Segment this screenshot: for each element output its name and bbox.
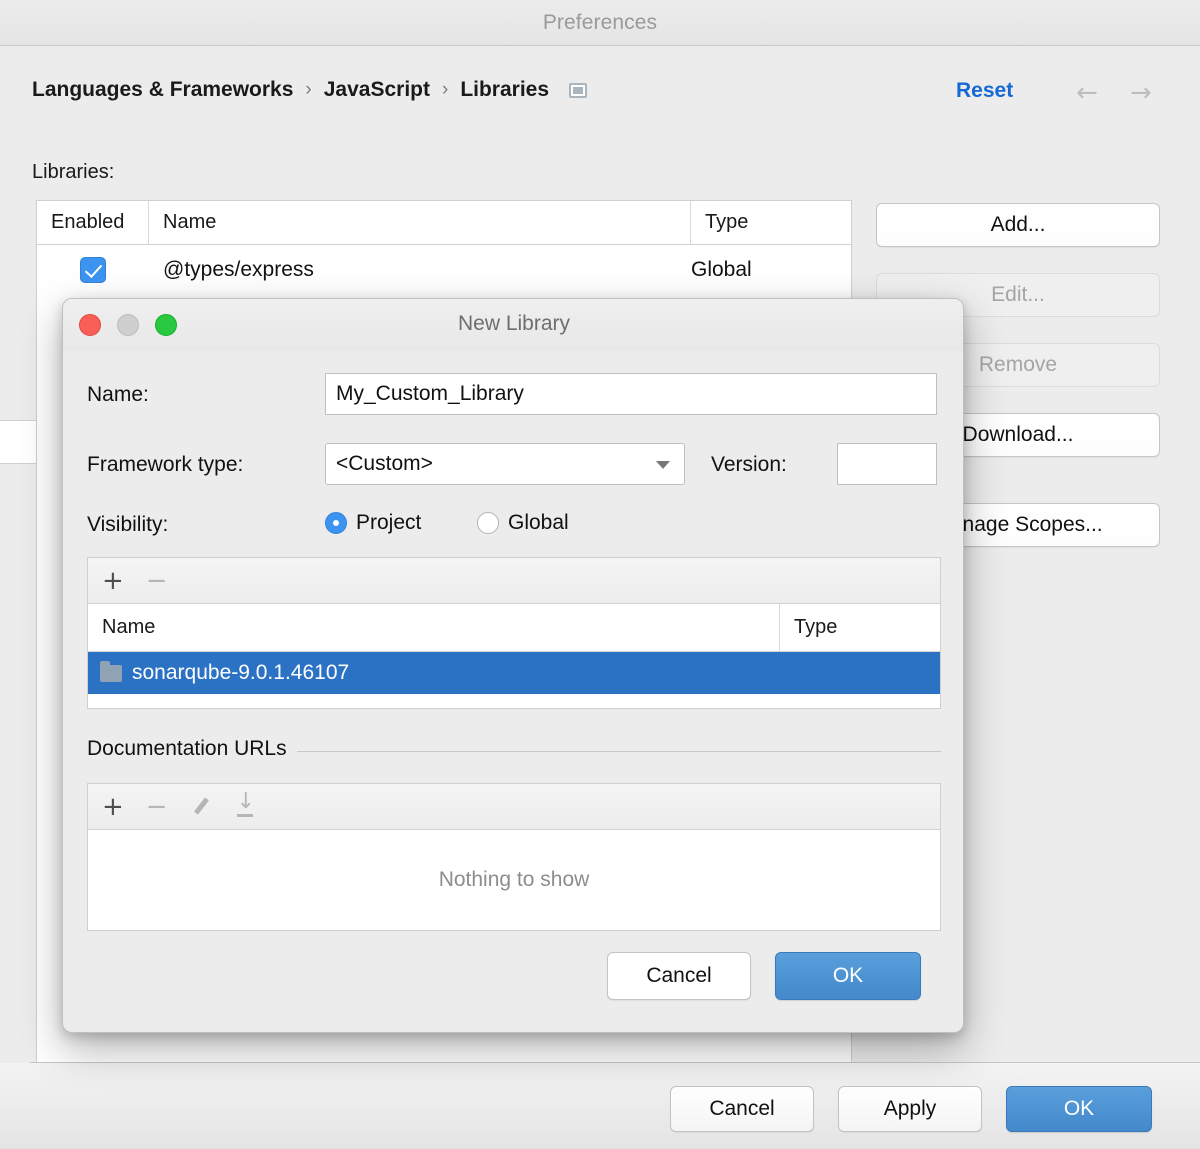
libraries-table-header: Enabled Name Type bbox=[37, 201, 851, 245]
framework-type-select[interactable]: <Custom> bbox=[325, 443, 685, 485]
table-row[interactable]: @types/express Global bbox=[37, 245, 851, 295]
library-paths-header: Name Type bbox=[88, 604, 940, 652]
ok-button[interactable]: OK bbox=[1006, 1086, 1152, 1132]
breadcrumb-item-javascript[interactable]: JavaScript bbox=[324, 78, 430, 102]
doc-urls-empty-text: Nothing to show bbox=[438, 868, 590, 891]
library-paths-panel: + − Name Type sonarqube-9.0.1.46107 bbox=[87, 557, 941, 709]
breadcrumb-separator: › bbox=[305, 79, 312, 100]
path-name-cell: sonarqube-9.0.1.46107 bbox=[88, 660, 780, 685]
add-url-button[interactable]: + bbox=[102, 794, 124, 820]
background-panel-sliver bbox=[0, 420, 38, 464]
framework-type-value: <Custom> bbox=[336, 452, 433, 475]
visibility-option-label: Project bbox=[356, 511, 422, 534]
dialog-title: New Library bbox=[457, 312, 571, 335]
breadcrumb-separator: › bbox=[441, 79, 449, 100]
version-label: Version: bbox=[711, 453, 787, 476]
column-header-name[interactable]: Name bbox=[149, 201, 691, 244]
version-input[interactable] bbox=[837, 443, 937, 485]
preferences-titlebar: Preferences bbox=[0, 0, 1200, 46]
doc-urls-title: Documentation URLs bbox=[87, 737, 297, 761]
download-icon bbox=[234, 789, 256, 818]
apply-button[interactable]: Apply bbox=[838, 1086, 982, 1132]
remove-path-button: − bbox=[145, 565, 168, 596]
name-label: Name: bbox=[87, 383, 149, 406]
visibility-radio-global[interactable]: Global bbox=[477, 511, 569, 535]
row-type-cell: Global bbox=[691, 258, 752, 281]
reset-button[interactable]: Reset bbox=[956, 79, 1013, 103]
new-library-dialog: New Library Name: My_Custom_Library Fram… bbox=[62, 298, 964, 1033]
row-name-cell: @types/express bbox=[163, 258, 314, 281]
visibility-label: Visibility: bbox=[87, 513, 169, 536]
back-arrow-icon[interactable]: ← bbox=[1076, 80, 1098, 106]
column-header-name[interactable]: Name bbox=[88, 604, 780, 651]
breadcrumb-item-libraries[interactable]: Libraries bbox=[460, 78, 549, 102]
doc-urls-toolbar: + − bbox=[88, 784, 940, 830]
add-path-button[interactable]: + bbox=[102, 568, 124, 594]
path-name-text: sonarqube-9.0.1.46107 bbox=[132, 661, 350, 684]
dialog-ok-button[interactable]: OK bbox=[775, 952, 921, 1000]
doc-urls-panel: + − Nothing to show bbox=[87, 783, 941, 931]
remove-url-button: − bbox=[145, 791, 168, 822]
breadcrumb: Languages & Frameworks › JavaScript › Li… bbox=[32, 78, 588, 102]
radio-selected-icon bbox=[325, 512, 347, 534]
dialog-titlebar: New Library bbox=[63, 299, 963, 351]
dialog-cancel-button[interactable]: Cancel bbox=[607, 952, 751, 1000]
radio-unselected-icon bbox=[477, 512, 499, 534]
column-header-type[interactable]: Type bbox=[780, 604, 940, 651]
name-input[interactable]: My_Custom_Library bbox=[325, 373, 937, 415]
chevron-down-icon bbox=[656, 461, 670, 469]
folder-icon bbox=[100, 660, 122, 682]
cancel-button[interactable]: Cancel bbox=[670, 1086, 814, 1132]
forward-arrow-icon[interactable]: → bbox=[1130, 80, 1152, 106]
table-row[interactable]: sonarqube-9.0.1.46107 bbox=[88, 652, 940, 694]
visibility-radio-project[interactable]: Project bbox=[325, 511, 421, 535]
window-title: Preferences bbox=[542, 11, 658, 34]
column-header-enabled[interactable]: Enabled bbox=[37, 201, 149, 244]
row-enabled-cell bbox=[37, 257, 149, 283]
breadcrumb-item-languages-frameworks[interactable]: Languages & Frameworks bbox=[32, 78, 293, 102]
visibility-option-label: Global bbox=[508, 511, 569, 534]
library-paths-toolbar: + − bbox=[88, 558, 940, 604]
libraries-label: Libraries: bbox=[32, 161, 115, 183]
add-button[interactable]: Add... bbox=[876, 203, 1160, 247]
enabled-checkbox[interactable] bbox=[80, 257, 106, 283]
edit-pencil-icon bbox=[190, 796, 212, 818]
column-header-type[interactable]: Type bbox=[691, 201, 851, 244]
panel-icon[interactable] bbox=[569, 82, 588, 98]
framework-type-label: Framework type: bbox=[87, 453, 244, 476]
